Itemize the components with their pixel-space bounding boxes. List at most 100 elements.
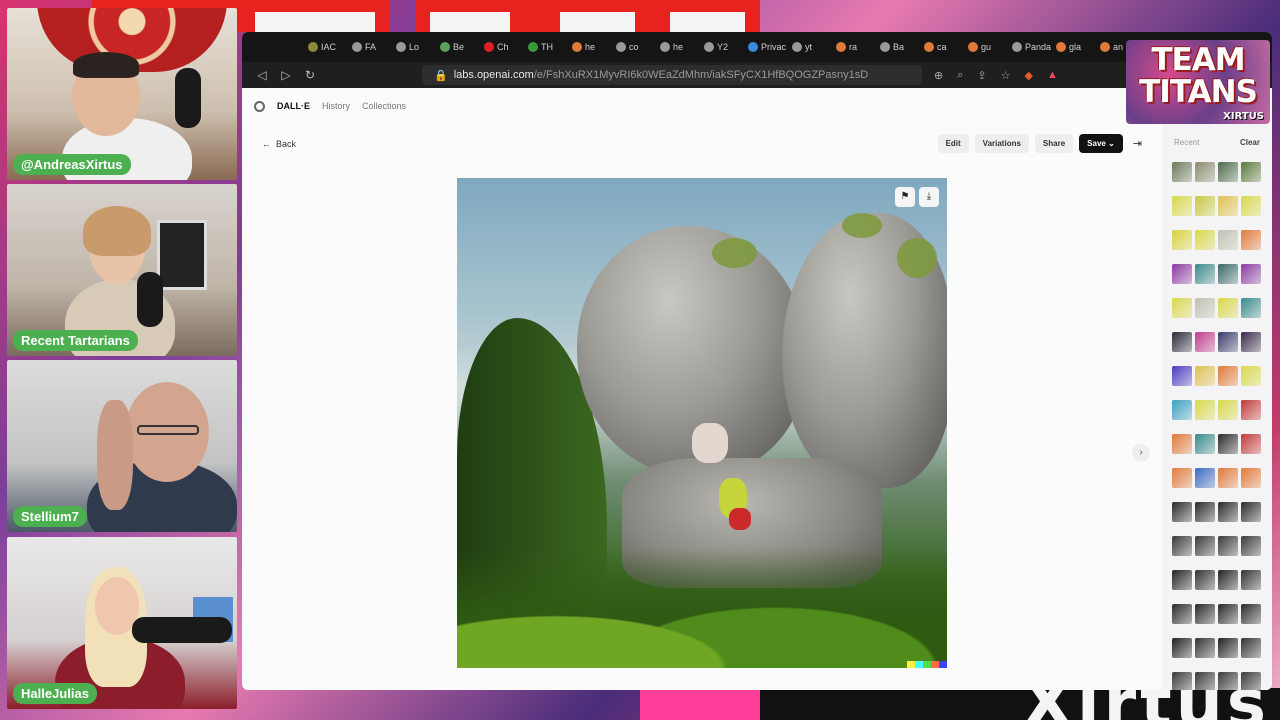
recent-thumbnail[interactable] (1218, 332, 1238, 352)
browser-tab[interactable]: Be (440, 42, 480, 52)
clear-button[interactable]: Clear (1240, 138, 1260, 147)
extension-icon[interactable]: ▲ (1047, 69, 1058, 82)
nav-collections[interactable]: Collections (362, 101, 406, 111)
recent-thumbnail[interactable] (1218, 230, 1238, 250)
share-button[interactable]: Share (1034, 134, 1074, 153)
recent-thumbnail[interactable] (1172, 468, 1192, 488)
recent-thumbnail[interactable] (1172, 570, 1192, 590)
recent-thumbnail[interactable] (1195, 162, 1215, 182)
recent-thumbnail[interactable] (1195, 298, 1215, 318)
recent-thumbnail[interactable] (1241, 638, 1261, 658)
recent-thumbnail[interactable] (1218, 162, 1238, 182)
recent-thumbnail[interactable] (1241, 570, 1261, 590)
recent-thumbnail[interactable] (1172, 332, 1192, 352)
download-icon[interactable]: ⤓ (919, 187, 939, 207)
install-icon[interactable]: ⊕ (934, 69, 943, 82)
recent-thumbnail[interactable] (1218, 604, 1238, 624)
browser-tab[interactable]: yt (792, 42, 832, 52)
recent-thumbnail[interactable] (1172, 672, 1192, 690)
browser-tab[interactable]: Privac (748, 42, 788, 52)
recent-thumbnail[interactable] (1195, 570, 1215, 590)
recent-thumbnail[interactable] (1172, 434, 1192, 454)
back-link[interactable]: ← Back (262, 139, 296, 149)
recent-thumbnail[interactable] (1218, 502, 1238, 522)
collapse-sidebar-icon[interactable]: ⇥ (1133, 137, 1142, 150)
nav-history[interactable]: History (322, 101, 350, 111)
browser-tab[interactable]: IAC (308, 42, 348, 52)
edit-button[interactable]: Edit (937, 134, 969, 153)
recent-thumbnail[interactable] (1195, 672, 1215, 690)
recent-thumbnail[interactable] (1172, 230, 1192, 250)
browser-tab[interactable]: FA (352, 42, 392, 52)
recent-thumbnail[interactable] (1218, 638, 1238, 658)
browser-tab[interactable]: Lo (396, 42, 436, 52)
recent-thumbnail[interactable] (1172, 638, 1192, 658)
browser-tab[interactable]: ca (924, 42, 964, 52)
recent-thumbnail[interactable] (1195, 400, 1215, 420)
browser-tab[interactable]: Ch (484, 42, 524, 52)
chevron-right-icon[interactable]: › (1132, 444, 1150, 462)
flag-icon[interactable]: ⚑ (895, 187, 915, 207)
browser-tab[interactable]: Ba (880, 42, 920, 52)
share-page-icon[interactable]: ⇪ (977, 69, 986, 82)
recent-thumbnail[interactable] (1241, 434, 1261, 454)
recent-thumbnail[interactable] (1218, 468, 1238, 488)
recent-thumbnail[interactable] (1241, 502, 1261, 522)
zoom-icon[interactable]: ⌕ (957, 69, 963, 82)
recent-thumbnail[interactable] (1218, 264, 1238, 284)
reload-icon[interactable]: ↻ (298, 68, 322, 82)
variations-button[interactable]: Variations (974, 134, 1029, 153)
recent-thumbnail[interactable] (1195, 434, 1215, 454)
recent-thumbnail[interactable] (1172, 400, 1192, 420)
browser-tab[interactable]: Y2 (704, 42, 744, 52)
recent-thumbnail[interactable] (1172, 196, 1192, 216)
save-button[interactable]: Save ⌄ (1079, 134, 1123, 153)
recent-thumbnail[interactable] (1172, 536, 1192, 556)
openai-logo-icon[interactable] (254, 100, 265, 112)
recent-thumbnail[interactable] (1218, 366, 1238, 386)
recent-thumbnail[interactable] (1241, 298, 1261, 318)
recent-thumbnail[interactable] (1218, 570, 1238, 590)
browser-tab[interactable]: ra (836, 42, 876, 52)
recent-thumbnail[interactable] (1218, 400, 1238, 420)
browser-tab[interactable]: Panda (1012, 42, 1052, 52)
recent-thumbnail[interactable] (1172, 604, 1192, 624)
bookmark-icon[interactable]: ☆ (1001, 69, 1011, 82)
recent-thumbnail[interactable] (1241, 332, 1261, 352)
recent-thumbnail[interactable] (1172, 162, 1192, 182)
recent-thumbnail[interactable] (1241, 400, 1261, 420)
recent-thumbnail[interactable] (1241, 264, 1261, 284)
recent-thumbnail[interactable] (1241, 604, 1261, 624)
recent-thumbnail[interactable] (1241, 672, 1261, 690)
browser-tab[interactable]: he (572, 42, 612, 52)
recent-thumbnail[interactable] (1241, 468, 1261, 488)
recent-thumbnail[interactable] (1195, 604, 1215, 624)
recent-thumbnail[interactable] (1241, 162, 1261, 182)
recent-thumbnail[interactable] (1241, 230, 1261, 250)
recent-thumbnail[interactable] (1241, 196, 1261, 216)
recent-thumbnail[interactable] (1172, 298, 1192, 318)
recent-thumbnail[interactable] (1195, 230, 1215, 250)
dalle-brand[interactable]: DALL·E (277, 101, 310, 111)
address-bar[interactable]: 🔒 labs.openai.com/e/FshXuRX1MyvRI6k0WEaZ… (422, 65, 922, 85)
recent-thumbnail[interactable] (1218, 196, 1238, 216)
browser-tab[interactable]: co (616, 42, 656, 52)
recent-thumbnail[interactable] (1218, 672, 1238, 690)
recent-thumbnail[interactable] (1195, 536, 1215, 556)
recent-thumbnail[interactable] (1195, 332, 1215, 352)
browser-tab[interactable]: he (660, 42, 700, 52)
recent-thumbnail[interactable] (1241, 366, 1261, 386)
recent-thumbnail[interactable] (1195, 502, 1215, 522)
recent-thumbnail[interactable] (1218, 298, 1238, 318)
generated-image[interactable]: ⚑ ⤓ (457, 178, 947, 668)
shield-icon[interactable]: ◆ (1024, 69, 1032, 82)
recent-thumbnail[interactable] (1195, 264, 1215, 284)
recent-thumbnail[interactable] (1195, 366, 1215, 386)
recent-thumbnail[interactable] (1195, 196, 1215, 216)
recent-thumbnail[interactable] (1195, 468, 1215, 488)
browser-tab[interactable]: gu (968, 42, 1008, 52)
forward-arrow-icon[interactable]: ▷ (274, 68, 298, 82)
recent-thumbnail[interactable] (1172, 502, 1192, 522)
recent-thumbnail[interactable] (1195, 638, 1215, 658)
browser-tab[interactable]: gla (1056, 42, 1096, 52)
